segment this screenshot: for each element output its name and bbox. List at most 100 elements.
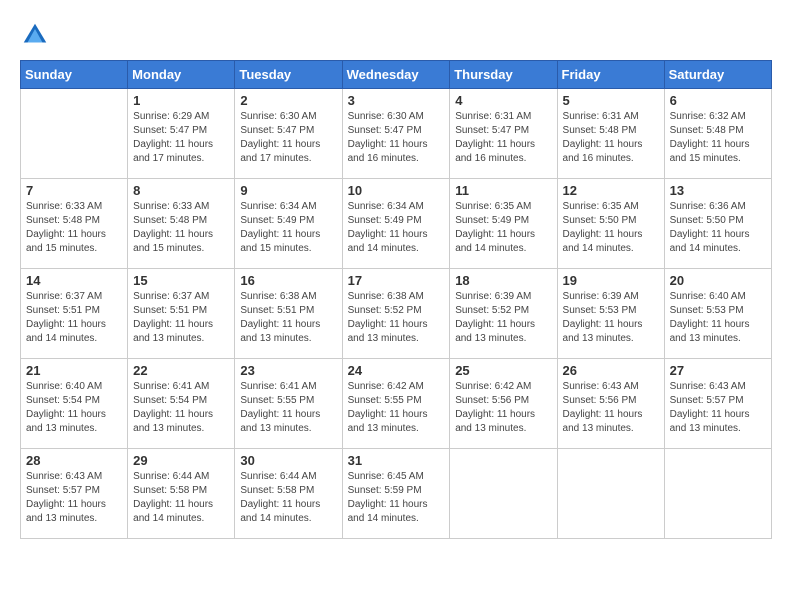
calendar-cell: 11 Sunrise: 6:35 AMSunset: 5:49 PMDayligh… bbox=[450, 179, 557, 269]
calendar-cell: 9 Sunrise: 6:34 AMSunset: 5:49 PMDaylight… bbox=[235, 179, 342, 269]
day-number: 3 bbox=[348, 93, 445, 108]
day-number: 8 bbox=[133, 183, 229, 198]
day-number: 14 bbox=[26, 273, 122, 288]
day-number: 27 bbox=[670, 363, 766, 378]
calendar-week-row: 7Sunrise: 6:33 AMSunset: 5:48 PMDaylight… bbox=[21, 179, 772, 269]
calendar-cell: 16Sunrise: 6:38 AMSunset: 5:51 PMDayligh… bbox=[235, 269, 342, 359]
calendar-cell: 31 Sunrise: 6:45 AMSunset: 5:59 PMDayligh… bbox=[342, 449, 450, 539]
calendar-cell: 25 Sunrise: 6:42 AMSunset: 5:56 PMDayligh… bbox=[450, 359, 557, 449]
calendar-cell: 6Sunrise: 6:32 AMSunset: 5:48 PMDaylight… bbox=[664, 89, 771, 179]
calendar-cell: 17Sunrise: 6:38 AMSunset: 5:52 PMDayligh… bbox=[342, 269, 450, 359]
day-info: Sunrise: 6:43 AMSunset: 5:56 PMDaylight:… bbox=[563, 380, 659, 436]
header-saturday: Saturday bbox=[664, 61, 771, 89]
day-info: Sunrise: 6:42 AMSunset: 5:56 PMDaylight:… bbox=[455, 380, 551, 436]
day-info: Sunrise: 6:34 AMSunset: 5:49 PMDaylight:… bbox=[240, 200, 336, 256]
day-number: 30 bbox=[240, 453, 336, 468]
day-number: 16 bbox=[240, 273, 336, 288]
day-number: 28 bbox=[26, 453, 122, 468]
day-number: 31 bbox=[348, 453, 445, 468]
day-info: Sunrise: 6:41 AMSunset: 5:54 PMDaylight:… bbox=[133, 380, 229, 436]
logo bbox=[20, 20, 54, 50]
day-info: Sunrise: 6:33 AMSunset: 5:48 PMDaylight:… bbox=[26, 200, 122, 256]
header-tuesday: Tuesday bbox=[235, 61, 342, 89]
day-number: 22 bbox=[133, 363, 229, 378]
calendar-cell: 22 Sunrise: 6:41 AMSunset: 5:54 PMDayligh… bbox=[128, 359, 235, 449]
day-number: 11 bbox=[455, 183, 551, 198]
day-number: 17 bbox=[348, 273, 445, 288]
calendar-cell: 3 Sunrise: 6:30 AMSunset: 5:47 PMDaylight… bbox=[342, 89, 450, 179]
header-friday: Friday bbox=[557, 61, 664, 89]
calendar-cell: 23 Sunrise: 6:41 AMSunset: 5:55 PMDayligh… bbox=[235, 359, 342, 449]
day-number: 15 bbox=[133, 273, 229, 288]
calendar-cell: 18 Sunrise: 6:39 AMSunset: 5:52 PMDayligh… bbox=[450, 269, 557, 359]
calendar-cell: 5 Sunrise: 6:31 AMSunset: 5:48 PMDaylight… bbox=[557, 89, 664, 179]
day-number: 18 bbox=[455, 273, 551, 288]
day-info: Sunrise: 6:41 AMSunset: 5:55 PMDaylight:… bbox=[240, 380, 336, 436]
weekday-header-row: Sunday Monday Tuesday Wednesday Thursday… bbox=[21, 61, 772, 89]
calendar-table: Sunday Monday Tuesday Wednesday Thursday… bbox=[20, 60, 772, 539]
day-info: Sunrise: 6:40 AMSunset: 5:53 PMDaylight:… bbox=[670, 290, 766, 346]
calendar-cell: 20 Sunrise: 6:40 AMSunset: 5:53 PMDayligh… bbox=[664, 269, 771, 359]
calendar-cell: 14 Sunrise: 6:37 AMSunset: 5:51 PMDayligh… bbox=[21, 269, 128, 359]
header-monday: Monday bbox=[128, 61, 235, 89]
calendar-cell: 30 Sunrise: 6:44 AMSunset: 5:58 PMDayligh… bbox=[235, 449, 342, 539]
calendar-cell: 13Sunrise: 6:36 AMSunset: 5:50 PMDayligh… bbox=[664, 179, 771, 269]
day-info: Sunrise: 6:31 AMSunset: 5:48 PMDaylight:… bbox=[563, 110, 659, 166]
calendar-cell: 12Sunrise: 6:35 AMSunset: 5:50 PMDayligh… bbox=[557, 179, 664, 269]
calendar-cell bbox=[21, 89, 128, 179]
day-info: Sunrise: 6:45 AMSunset: 5:59 PMDaylight:… bbox=[348, 470, 445, 526]
calendar-cell: 8 Sunrise: 6:33 AMSunset: 5:48 PMDaylight… bbox=[128, 179, 235, 269]
day-number: 21 bbox=[26, 363, 122, 378]
day-number: 5 bbox=[563, 93, 659, 108]
calendar-cell: 26 Sunrise: 6:43 AMSunset: 5:56 PMDayligh… bbox=[557, 359, 664, 449]
header-sunday: Sunday bbox=[21, 61, 128, 89]
header-wednesday: Wednesday bbox=[342, 61, 450, 89]
day-number: 25 bbox=[455, 363, 551, 378]
day-info: Sunrise: 6:34 AMSunset: 5:49 PMDaylight:… bbox=[348, 200, 445, 256]
day-number: 4 bbox=[455, 93, 551, 108]
day-number: 6 bbox=[670, 93, 766, 108]
day-number: 23 bbox=[240, 363, 336, 378]
day-number: 10 bbox=[348, 183, 445, 198]
day-number: 2 bbox=[240, 93, 336, 108]
calendar-cell: 2 Sunrise: 6:30 AMSunset: 5:47 PMDaylight… bbox=[235, 89, 342, 179]
day-number: 1 bbox=[133, 93, 229, 108]
day-info: Sunrise: 6:43 AMSunset: 5:57 PMDaylight:… bbox=[670, 380, 766, 436]
day-info: Sunrise: 6:36 AMSunset: 5:50 PMDaylight:… bbox=[670, 200, 766, 256]
day-info: Sunrise: 6:39 AMSunset: 5:52 PMDaylight:… bbox=[455, 290, 551, 346]
calendar-cell bbox=[664, 449, 771, 539]
day-number: 29 bbox=[133, 453, 229, 468]
day-number: 19 bbox=[563, 273, 659, 288]
day-info: Sunrise: 6:40 AMSunset: 5:54 PMDaylight:… bbox=[26, 380, 122, 436]
calendar-cell: 21 Sunrise: 6:40 AMSunset: 5:54 PMDayligh… bbox=[21, 359, 128, 449]
day-info: Sunrise: 6:37 AMSunset: 5:51 PMDaylight:… bbox=[26, 290, 122, 346]
calendar-cell: 4 Sunrise: 6:31 AMSunset: 5:47 PMDaylight… bbox=[450, 89, 557, 179]
calendar-week-row: 21 Sunrise: 6:40 AMSunset: 5:54 PMDayligh… bbox=[21, 359, 772, 449]
day-info: Sunrise: 6:42 AMSunset: 5:55 PMDaylight:… bbox=[348, 380, 445, 436]
calendar-cell: 15 Sunrise: 6:37 AMSunset: 5:51 PMDayligh… bbox=[128, 269, 235, 359]
day-info: Sunrise: 6:31 AMSunset: 5:47 PMDaylight:… bbox=[455, 110, 551, 166]
day-info: Sunrise: 6:30 AMSunset: 5:47 PMDaylight:… bbox=[240, 110, 336, 166]
day-number: 12 bbox=[563, 183, 659, 198]
calendar-cell: 28Sunrise: 6:43 AMSunset: 5:57 PMDayligh… bbox=[21, 449, 128, 539]
day-number: 26 bbox=[563, 363, 659, 378]
day-number: 24 bbox=[348, 363, 445, 378]
day-info: Sunrise: 6:44 AMSunset: 5:58 PMDaylight:… bbox=[240, 470, 336, 526]
calendar-cell: 29 Sunrise: 6:44 AMSunset: 5:58 PMDayligh… bbox=[128, 449, 235, 539]
calendar-cell: 10 Sunrise: 6:34 AMSunset: 5:49 PMDayligh… bbox=[342, 179, 450, 269]
day-number: 9 bbox=[240, 183, 336, 198]
day-info: Sunrise: 6:30 AMSunset: 5:47 PMDaylight:… bbox=[348, 110, 445, 166]
calendar-cell: 27 Sunrise: 6:43 AMSunset: 5:57 PMDayligh… bbox=[664, 359, 771, 449]
day-info: Sunrise: 6:37 AMSunset: 5:51 PMDaylight:… bbox=[133, 290, 229, 346]
calendar-week-row: 1Sunrise: 6:29 AMSunset: 5:47 PMDaylight… bbox=[21, 89, 772, 179]
day-info: Sunrise: 6:33 AMSunset: 5:48 PMDaylight:… bbox=[133, 200, 229, 256]
day-info: Sunrise: 6:44 AMSunset: 5:58 PMDaylight:… bbox=[133, 470, 229, 526]
header-thursday: Thursday bbox=[450, 61, 557, 89]
day-number: 20 bbox=[670, 273, 766, 288]
day-info: Sunrise: 6:35 AMSunset: 5:49 PMDaylight:… bbox=[455, 200, 551, 256]
day-info: Sunrise: 6:39 AMSunset: 5:53 PMDaylight:… bbox=[563, 290, 659, 346]
calendar-cell bbox=[557, 449, 664, 539]
logo-icon bbox=[20, 20, 50, 50]
calendar-cell: 1Sunrise: 6:29 AMSunset: 5:47 PMDaylight… bbox=[128, 89, 235, 179]
calendar-cell: 7Sunrise: 6:33 AMSunset: 5:48 PMDaylight… bbox=[21, 179, 128, 269]
